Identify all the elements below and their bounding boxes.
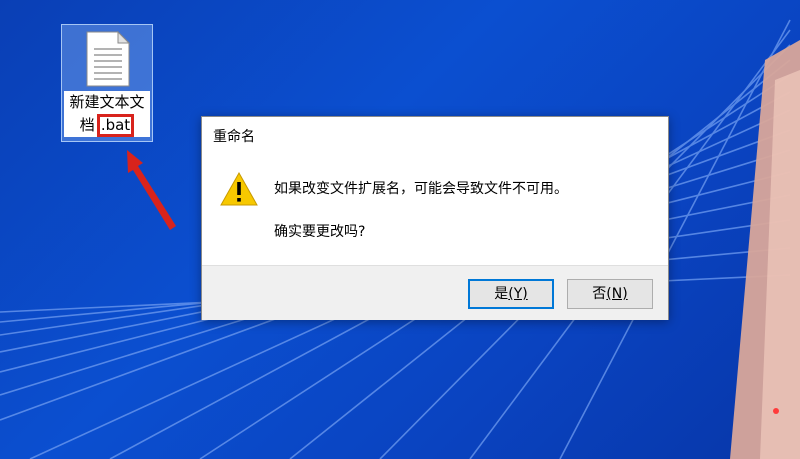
file-name-line1: 新建文本文 [69,93,145,111]
yes-button-label: 是 [494,286,509,302]
file-name-line2: 档 .bat [64,114,150,137]
dialog-question: 确实要更改吗? [274,224,366,240]
yes-button-accel: (Y) [508,286,528,302]
annotation-arrow [127,150,176,230]
dialog-title: 重命名 [213,129,255,145]
file-name-label[interactable]: 新建文本文 档 .bat [64,91,150,137]
no-button-accel: (N) [606,286,628,302]
rename-dialog: 重命名 如果改变文件扩展名，可能会导致文件不可用。 确实要更改吗? 是(Y) 否… [201,116,669,320]
file-name-prefix: 档 [79,116,95,134]
yes-button[interactable]: 是(Y) [468,279,554,309]
desktop-file-icon[interactable]: 新建文本文 档 .bat [61,24,153,142]
file-extension-highlight: .bat [96,114,135,137]
text-file-icon [86,31,131,87]
no-button-label: 否 [592,286,607,302]
dialog-button-bar: 是(Y) 否(N) [202,265,668,320]
dialog-message: 如果改变文件扩展名，可能会导致文件不可用。 [274,181,568,197]
warning-icon [220,172,258,206]
no-button[interactable]: 否(N) [567,279,653,309]
